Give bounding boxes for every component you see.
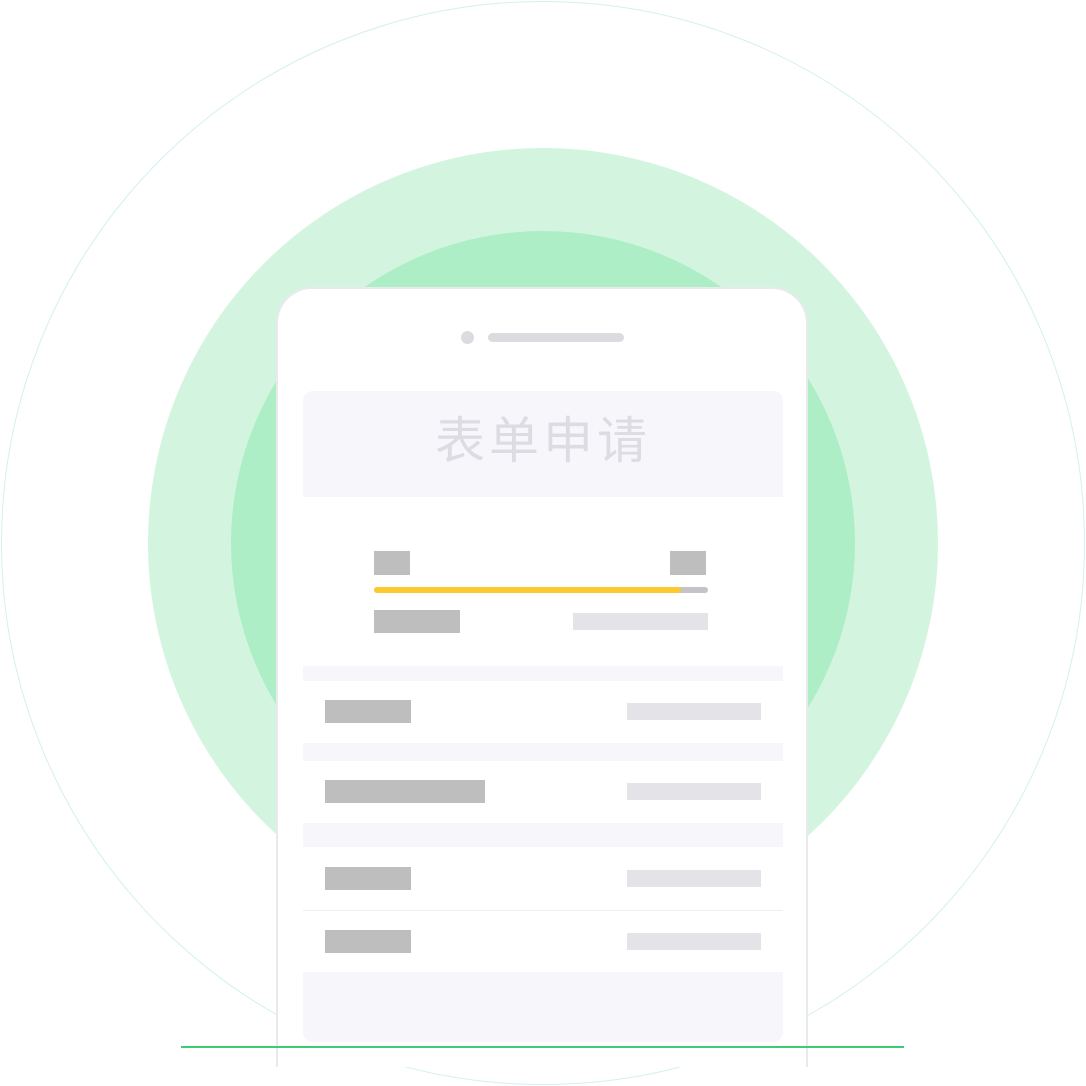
form-title-card: 表单申请 <box>303 391 783 497</box>
progress-bar-fill <box>374 587 682 593</box>
camera-dot-icon <box>461 331 474 344</box>
form-row-label-placeholder <box>325 700 411 723</box>
ground-line <box>181 1046 904 1048</box>
submit-area-placeholder[interactable] <box>303 972 783 1042</box>
progress-label-left-placeholder <box>374 551 410 575</box>
form-row[interactable] <box>303 681 783 743</box>
form-row-value-placeholder <box>627 933 761 950</box>
form-row[interactable] <box>303 761 783 823</box>
form-row-value-placeholder <box>627 870 761 887</box>
form-row[interactable] <box>303 911 783 972</box>
form-row-value-placeholder <box>627 703 761 720</box>
form-row-label-placeholder <box>325 867 411 890</box>
form-row[interactable] <box>303 847 783 910</box>
form-title: 表单申请 <box>435 412 651 470</box>
section-separator <box>303 743 783 761</box>
section-separator <box>303 666 783 681</box>
section-separator <box>303 823 783 847</box>
progress-label-right-placeholder <box>670 551 706 575</box>
form-row-label-placeholder <box>325 930 411 953</box>
form-row-value-placeholder <box>627 783 761 800</box>
form-row-label-placeholder <box>325 780 485 803</box>
progress-value-placeholder <box>573 613 708 630</box>
progress-bar <box>374 587 708 593</box>
speaker-bar-icon <box>488 333 624 342</box>
progress-caption-placeholder <box>374 610 460 633</box>
